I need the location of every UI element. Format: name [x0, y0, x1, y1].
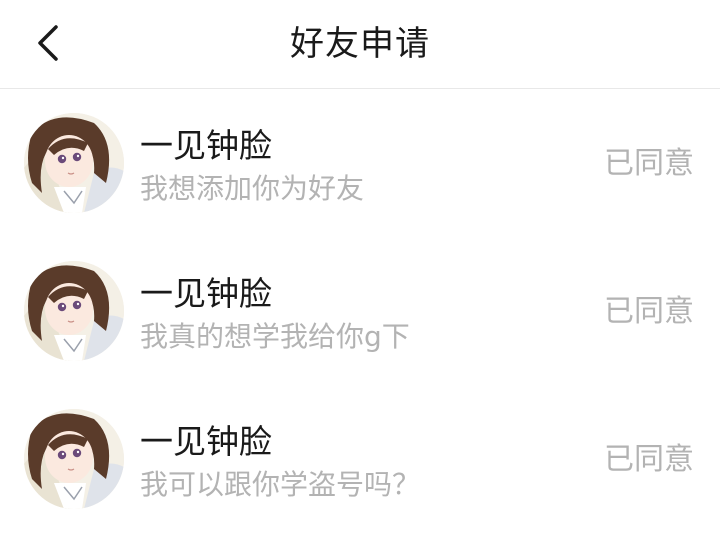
- avatar[interactable]: [24, 409, 124, 509]
- request-row[interactable]: 一见钟脸 我可以跟你学盗号吗？ 已同意: [0, 385, 720, 509]
- request-row[interactable]: 一见钟脸 我想添加你为好友 已同意: [0, 89, 720, 213]
- status-label: 已同意: [604, 442, 694, 477]
- friend-requests-screen: 好友申请 一见钟脸 我想添加你为好友 已同意 一见钟脸 我真的想学我给你g下 已…: [0, 0, 720, 546]
- requester-name: 一见钟脸: [140, 126, 272, 165]
- request-message: 我真的想学我给你g下: [140, 320, 410, 353]
- request-row[interactable]: 一见钟脸 我真的想学我给你g下 已同意: [0, 237, 720, 361]
- request-message: 我可以跟你学盗号吗？: [140, 468, 421, 501]
- page-title: 好友申请: [290, 24, 430, 64]
- status-label: 已同意: [604, 146, 694, 181]
- top-bar: 好友申请: [0, 0, 720, 89]
- requester-name: 一见钟脸: [140, 274, 272, 313]
- avatar[interactable]: [24, 113, 124, 213]
- avatar[interactable]: [24, 261, 124, 361]
- request-message: 我想添加你为好友: [140, 172, 365, 205]
- requester-name: 一见钟脸: [140, 422, 272, 461]
- status-label: 已同意: [604, 294, 694, 329]
